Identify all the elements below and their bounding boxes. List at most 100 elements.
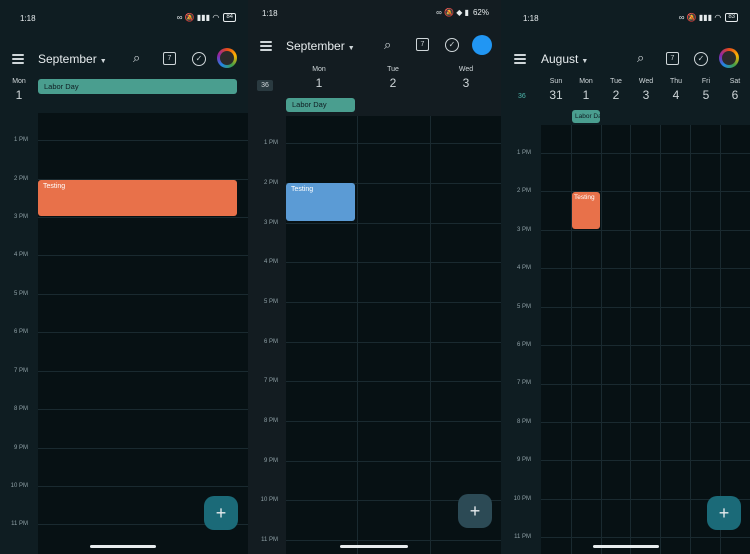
day-name: Mon: [12, 78, 26, 85]
menu-icon[interactable]: [260, 41, 272, 51]
day-number: 4: [672, 88, 680, 102]
menu-icon[interactable]: [514, 54, 526, 64]
home-indicator[interactable]: [340, 545, 408, 548]
day-header-mon[interactable]: Mon 1: [8, 78, 30, 102]
hour-label: 3 PM: [516, 227, 531, 233]
hour-label: 10 PM: [10, 483, 28, 489]
hour-label: 8 PM: [263, 418, 278, 424]
day-number: 1: [582, 88, 590, 102]
hour-label: 5 PM: [13, 291, 28, 297]
week-grid[interactable]: [541, 125, 750, 554]
day-number: 3: [462, 76, 470, 90]
day-number: 3: [642, 88, 650, 102]
day-header-wed[interactable]: Wed 3: [631, 78, 661, 102]
status-indicator-icons: ∞ 🔕 ◆ ▮: [436, 8, 469, 17]
create-event-fab[interactable]: +: [204, 496, 238, 530]
status-time: 1:18: [262, 9, 278, 18]
battery-icon: 83: [725, 13, 738, 22]
status-time: 1:18: [523, 14, 539, 23]
month-selector[interactable]: September ▼: [38, 52, 107, 66]
phone-day-view: 1:18 ∞ 🔕 ▮▮▮ ◠ 84 September ▼ ⌕ 7 ✓ Mon 1…: [0, 0, 248, 554]
hour-label: 7 PM: [13, 368, 28, 374]
month-selector[interactable]: September ▼: [286, 39, 355, 53]
hour-label: 1 PM: [516, 150, 531, 156]
app-bar: September ▼ ⌕ 7 ✓: [248, 33, 501, 61]
day-header-wed[interactable]: Wed 3: [441, 66, 491, 90]
avatar[interactable]: [472, 35, 492, 55]
allday-event-labor-day[interactable]: Labor Day: [572, 110, 600, 123]
month-selector[interactable]: August ▼: [541, 52, 588, 66]
event-testing[interactable]: Testing: [572, 192, 600, 229]
status-bar: 1:18 ∞ 🔕 ◆ ▮ 62%: [248, 8, 501, 21]
hour-label: 10 PM: [513, 496, 531, 502]
day-number: 5: [702, 88, 710, 102]
phone-week-view: 1:18 ∞ 🔕 ▮▮▮ ◠ 83 August ▼ ⌕ 7 ✓ 36 Sun 3…: [501, 0, 750, 554]
status-icons: ∞ 🔕 ▮▮▮ ◠ 83: [679, 13, 738, 22]
hour-label: 5 PM: [263, 299, 278, 305]
hour-label: 1 PM: [263, 140, 278, 146]
battery-icon: 84: [223, 13, 236, 22]
hour-label: 2 PM: [516, 188, 531, 194]
calendar-day-icon[interactable]: 7: [416, 38, 429, 51]
day-header-tue[interactable]: Tue 2: [368, 66, 418, 90]
home-indicator[interactable]: [90, 545, 156, 548]
day-name: Wed: [458, 66, 474, 73]
home-indicator[interactable]: [593, 545, 659, 548]
day-header-mon[interactable]: Mon 1: [571, 78, 601, 102]
day-name: Mon: [312, 66, 326, 73]
hour-label: 9 PM: [516, 457, 531, 463]
day-name: Fri: [701, 78, 711, 85]
day-header-sun[interactable]: Sun 31: [541, 78, 571, 102]
hour-label: 5 PM: [516, 304, 531, 310]
hour-label: 2 PM: [13, 176, 28, 182]
day-header-sat[interactable]: Sat 6: [720, 78, 750, 102]
tasks-check-icon[interactable]: ✓: [694, 52, 708, 66]
hour-label: 11 PM: [261, 537, 278, 543]
day-header-mon[interactable]: Mon 1: [294, 66, 344, 90]
menu-icon[interactable]: [12, 54, 24, 64]
create-event-fab[interactable]: +: [458, 494, 492, 528]
search-icon[interactable]: ⌕: [637, 51, 644, 65]
battery-percent: 62%: [472, 8, 489, 17]
avatar[interactable]: [719, 48, 739, 68]
day-header-thu[interactable]: Thu 4: [661, 78, 691, 102]
search-icon[interactable]: ⌕: [384, 38, 391, 52]
month-label: September: [38, 52, 97, 66]
calendar-day-icon[interactable]: 7: [666, 52, 679, 65]
hour-label: 4 PM: [516, 265, 531, 271]
create-event-fab[interactable]: +: [707, 496, 741, 530]
hour-label: 3 PM: [263, 220, 278, 226]
day-header-fri[interactable]: Fri 5: [691, 78, 721, 102]
hour-label: 4 PM: [263, 259, 278, 265]
status-indicator-icons: ∞ 🔕 ▮▮▮ ◠: [678, 13, 722, 22]
hour-label: 6 PM: [516, 342, 531, 348]
hour-label: 3 PM: [13, 214, 28, 220]
three-day-grid[interactable]: [286, 116, 501, 554]
event-testing[interactable]: Testing: [38, 180, 237, 216]
event-testing[interactable]: Testing: [286, 183, 355, 221]
tasks-check-icon[interactable]: ✓: [445, 38, 459, 52]
tasks-check-icon[interactable]: ✓: [192, 52, 206, 66]
status-bar: 1:18 ∞ 🔕 ▮▮▮ ◠ 83: [501, 13, 750, 26]
week-number: 36: [257, 80, 273, 91]
allday-event-labor-day[interactable]: Labor Day: [286, 98, 355, 112]
week-number: 36: [518, 93, 526, 100]
status-bar: 1:18 ∞ 🔕 ▮▮▮ ◠ 84: [0, 13, 248, 26]
phone-3day-view: 1:18 ∞ 🔕 ◆ ▮ 62% September ▼ ⌕ 7 ✓ 36 Mon…: [248, 0, 501, 554]
hour-label: 7 PM: [516, 380, 531, 386]
allday-event-labor-day[interactable]: Labor Day: [38, 79, 237, 94]
hour-label: 4 PM: [13, 252, 28, 258]
avatar[interactable]: [217, 48, 237, 68]
calendar-day-icon[interactable]: 7: [163, 52, 176, 65]
hour-label: 10 PM: [260, 497, 278, 503]
hour-label: 11 PM: [11, 521, 28, 527]
hour-label: 11 PM: [514, 534, 531, 540]
day-name: Wed: [638, 78, 654, 85]
day-name: Mon: [579, 78, 593, 85]
day-number: 6: [731, 88, 739, 102]
month-label: September: [286, 39, 345, 53]
day-header-tue[interactable]: Tue 2: [601, 78, 631, 102]
day-number: 1: [315, 76, 323, 90]
day-name: Sat: [729, 78, 741, 85]
search-icon[interactable]: ⌕: [133, 51, 140, 65]
